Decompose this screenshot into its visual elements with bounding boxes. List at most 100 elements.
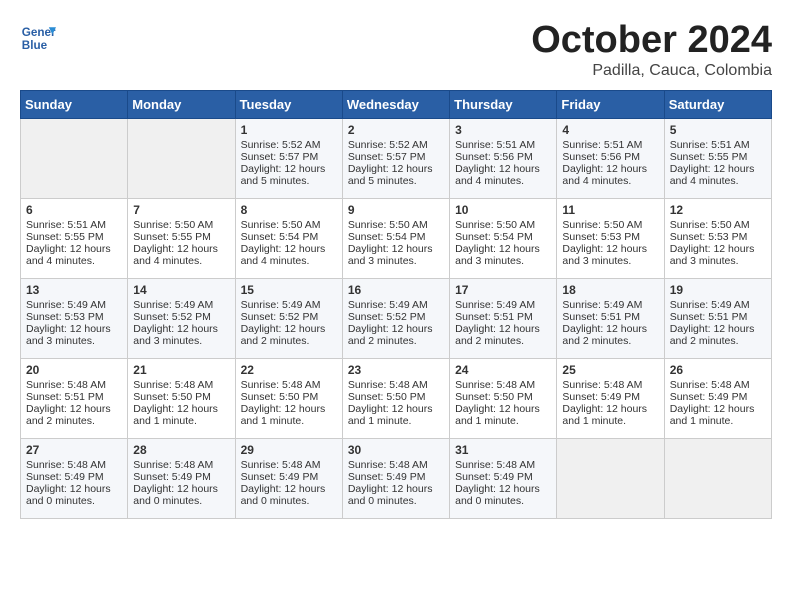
calendar-cell: 27Sunrise: 5:48 AMSunset: 5:49 PMDayligh… bbox=[21, 438, 128, 518]
day-number: 13 bbox=[26, 283, 122, 297]
daylight-text: Daylight: 12 hours and 0 minutes. bbox=[455, 483, 540, 507]
sunrise-text: Sunrise: 5:52 AM bbox=[348, 139, 428, 151]
calendar-cell: 31 Sunrise: 5:48 AMSunset: 5:49 PMDayligh… bbox=[450, 438, 557, 518]
sunrise-text: Sunrise: 5:51 AM bbox=[670, 139, 750, 151]
daylight-text: Daylight: 12 hours and 2 minutes. bbox=[26, 403, 111, 427]
calendar-cell: 25Sunrise: 5:48 AMSunset: 5:49 PMDayligh… bbox=[557, 358, 664, 438]
calendar-cell: 20Sunrise: 5:48 AMSunset: 5:51 PMDayligh… bbox=[21, 358, 128, 438]
day-number: 25 bbox=[562, 363, 658, 377]
day-number: 16 bbox=[348, 283, 444, 297]
calendar-cell bbox=[21, 118, 128, 198]
calendar-week-row: 13Sunrise: 5:49 AMSunset: 5:53 PMDayligh… bbox=[21, 278, 772, 358]
sunrise-text: Sunrise: 5:51 AM bbox=[26, 219, 106, 231]
weekday-header-cell: Monday bbox=[128, 90, 235, 118]
daylight-text: Daylight: 12 hours and 4 minutes. bbox=[562, 163, 647, 187]
sunrise-text: Sunrise: 5:50 AM bbox=[348, 219, 428, 231]
sunset-text: Sunset: 5:49 PM bbox=[670, 391, 748, 403]
weekday-header-cell: Friday bbox=[557, 90, 664, 118]
calendar-cell: 22Sunrise: 5:48 AMSunset: 5:50 PMDayligh… bbox=[235, 358, 342, 438]
calendar-cell: 17Sunrise: 5:49 AMSunset: 5:51 PMDayligh… bbox=[450, 278, 557, 358]
day-number: 19 bbox=[670, 283, 766, 297]
daylight-text: Daylight: 12 hours and 2 minutes. bbox=[455, 323, 540, 347]
calendar-cell bbox=[128, 118, 235, 198]
sunrise-text: Sunrise: 5:49 AM bbox=[241, 299, 321, 311]
calendar-cell: 23Sunrise: 5:48 AMSunset: 5:50 PMDayligh… bbox=[342, 358, 449, 438]
day-number: 3 bbox=[455, 123, 551, 137]
calendar-cell: 4Sunrise: 5:51 AMSunset: 5:56 PMDaylight… bbox=[557, 118, 664, 198]
day-number: 7 bbox=[133, 203, 229, 217]
weekday-header-cell: Saturday bbox=[664, 90, 771, 118]
sunset-text: Sunset: 5:49 PM bbox=[562, 391, 640, 403]
sunrise-text: Sunrise: 5:48 AM bbox=[241, 459, 321, 471]
sunset-text: Sunset: 5:53 PM bbox=[562, 231, 640, 243]
calendar-week-row: 6Sunrise: 5:51 AMSunset: 5:55 PMDaylight… bbox=[21, 198, 772, 278]
logo: General Blue bbox=[20, 20, 56, 56]
sunrise-text: Sunrise: 5:50 AM bbox=[455, 219, 535, 231]
daylight-text: Daylight: 12 hours and 2 minutes. bbox=[241, 323, 326, 347]
sunset-text: Sunset: 5:54 PM bbox=[348, 231, 426, 243]
daylight-text: Daylight: 12 hours and 2 minutes. bbox=[348, 323, 433, 347]
daylight-text: Daylight: 12 hours and 3 minutes. bbox=[562, 243, 647, 267]
day-number: 31 bbox=[455, 443, 551, 457]
day-number: 5 bbox=[670, 123, 766, 137]
sunset-text: Sunset: 5:57 PM bbox=[348, 151, 426, 163]
calendar-cell: 13Sunrise: 5:49 AMSunset: 5:53 PMDayligh… bbox=[21, 278, 128, 358]
page-header: General Blue October 2024 Padilla, Cauca… bbox=[20, 20, 772, 80]
day-number: 12 bbox=[670, 203, 766, 217]
day-number: 27 bbox=[26, 443, 122, 457]
sunset-text: Sunset: 5:51 PM bbox=[455, 311, 533, 323]
calendar-cell: 12Sunrise: 5:50 AMSunset: 5:53 PMDayligh… bbox=[664, 198, 771, 278]
sunrise-text: Sunrise: 5:48 AM bbox=[26, 459, 106, 471]
sunrise-text: Sunrise: 5:50 AM bbox=[670, 219, 750, 231]
calendar-cell: 26 Sunrise: 5:48 AMSunset: 5:49 PMDayligh… bbox=[664, 358, 771, 438]
sunrise-text: Sunrise: 5:49 AM bbox=[455, 299, 535, 311]
sunset-text: Sunset: 5:49 PM bbox=[455, 471, 533, 483]
daylight-text: Daylight: 12 hours and 1 minute. bbox=[241, 403, 326, 427]
day-number: 26 bbox=[670, 363, 766, 377]
sunrise-text: Sunrise: 5:48 AM bbox=[455, 459, 535, 471]
daylight-text: Daylight: 12 hours and 3 minutes. bbox=[133, 323, 218, 347]
calendar-body: 1Sunrise: 5:52 AMSunset: 5:57 PMDaylight… bbox=[21, 118, 772, 518]
title-area: October 2024 Padilla, Cauca, Colombia bbox=[531, 20, 772, 80]
location-title: Padilla, Cauca, Colombia bbox=[531, 62, 772, 80]
sunset-text: Sunset: 5:52 PM bbox=[241, 311, 319, 323]
sunset-text: Sunset: 5:51 PM bbox=[670, 311, 748, 323]
day-number: 8 bbox=[241, 203, 337, 217]
sunrise-text: Sunrise: 5:48 AM bbox=[133, 379, 213, 391]
day-number: 30 bbox=[348, 443, 444, 457]
sunset-text: Sunset: 5:50 PM bbox=[455, 391, 533, 403]
calendar-table: SundayMondayTuesdayWednesdayThursdayFrid… bbox=[20, 90, 772, 519]
daylight-text: Daylight: 12 hours and 1 minute. bbox=[133, 403, 218, 427]
daylight-text: Daylight: 12 hours and 4 minutes. bbox=[26, 243, 111, 267]
day-number: 4 bbox=[562, 123, 658, 137]
day-number: 9 bbox=[348, 203, 444, 217]
daylight-text: Daylight: 12 hours and 3 minutes. bbox=[455, 243, 540, 267]
sunset-text: Sunset: 5:50 PM bbox=[348, 391, 426, 403]
sunrise-text: Sunrise: 5:48 AM bbox=[670, 379, 750, 391]
daylight-text: Daylight: 12 hours and 2 minutes. bbox=[670, 323, 755, 347]
calendar-cell: 30Sunrise: 5:48 AMSunset: 5:49 PMDayligh… bbox=[342, 438, 449, 518]
day-number: 24 bbox=[455, 363, 551, 377]
sunrise-text: Sunrise: 5:49 AM bbox=[26, 299, 106, 311]
daylight-text: Daylight: 12 hours and 1 minute. bbox=[670, 403, 755, 427]
calendar-cell: 10Sunrise: 5:50 AMSunset: 5:54 PMDayligh… bbox=[450, 198, 557, 278]
day-number: 11 bbox=[562, 203, 658, 217]
daylight-text: Daylight: 12 hours and 4 minutes. bbox=[455, 163, 540, 187]
sunset-text: Sunset: 5:49 PM bbox=[26, 471, 104, 483]
sunset-text: Sunset: 5:55 PM bbox=[670, 151, 748, 163]
day-number: 1 bbox=[241, 123, 337, 137]
sunset-text: Sunset: 5:55 PM bbox=[26, 231, 104, 243]
month-title: October 2024 bbox=[531, 20, 772, 62]
weekday-header-cell: Tuesday bbox=[235, 90, 342, 118]
calendar-cell: 15Sunrise: 5:49 AMSunset: 5:52 PMDayligh… bbox=[235, 278, 342, 358]
daylight-text: Daylight: 12 hours and 1 minute. bbox=[455, 403, 540, 427]
daylight-text: Daylight: 12 hours and 0 minutes. bbox=[133, 483, 218, 507]
sunset-text: Sunset: 5:53 PM bbox=[26, 311, 104, 323]
sunset-text: Sunset: 5:57 PM bbox=[241, 151, 319, 163]
weekday-header-cell: Wednesday bbox=[342, 90, 449, 118]
sunrise-text: Sunrise: 5:48 AM bbox=[241, 379, 321, 391]
daylight-text: Daylight: 12 hours and 1 minute. bbox=[348, 403, 433, 427]
sunset-text: Sunset: 5:50 PM bbox=[241, 391, 319, 403]
sunrise-text: Sunrise: 5:50 AM bbox=[241, 219, 321, 231]
sunset-text: Sunset: 5:51 PM bbox=[26, 391, 104, 403]
